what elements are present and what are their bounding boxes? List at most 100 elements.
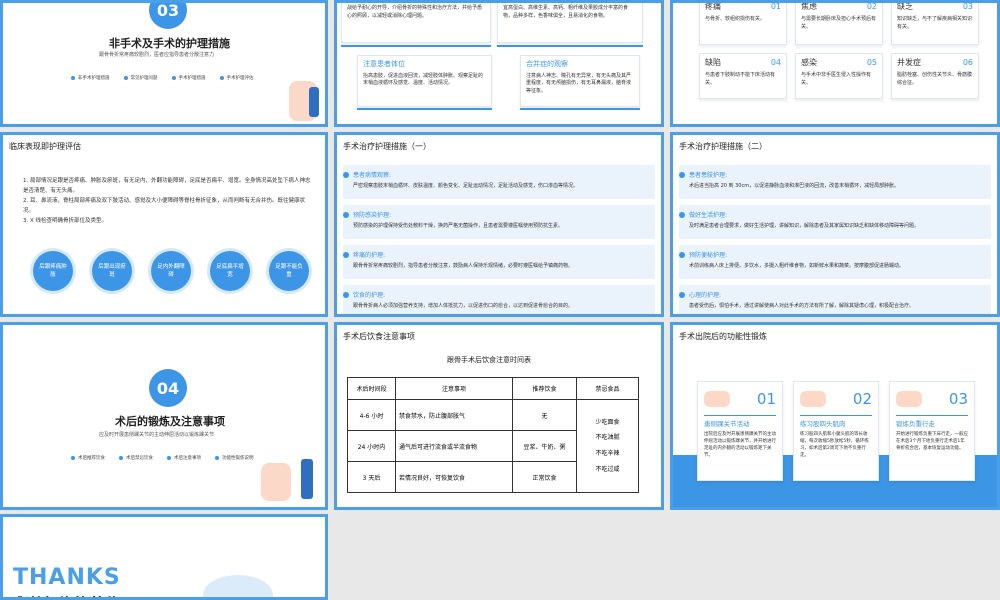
card-accent-bar xyxy=(341,45,491,47)
decor-blob xyxy=(203,575,273,597)
row-body: 严密观察患肢末梢血循环、皮肤温度、颜色变化、足趾运动情况，足趾活动及感觉，伤口渗… xyxy=(353,183,579,189)
problem-card: 并发症 06 脂肪栓塞、创伤性关节炎、骨筋膜综合征。 xyxy=(891,53,979,99)
exercise-desc: 开始进行锻炼负重下床行走，一般应在术后3个月下地负重行走术后1年骨折愈合后，基本… xyxy=(896,432,968,451)
row-title: 患者病情观察: xyxy=(353,172,392,179)
table-cell: 正常饮食 xyxy=(512,461,577,493)
table-header: 推荐饮食 xyxy=(512,377,577,400)
slide-rehab-exercise[interactable]: 手术出院后的功能性锻炼 01 患侧踝关节活动 出院后应及时开展患侧踝关节的主动伸屈活… xyxy=(670,322,1000,510)
table-cell: 4-6 小时 xyxy=(347,399,396,431)
exercise-title: 患侧踝关节活动 xyxy=(704,419,750,428)
card-accent-bar xyxy=(497,45,643,47)
row-title: 饮食的护理: xyxy=(353,292,386,299)
exercise-number: 03 xyxy=(948,390,968,408)
diet-table: 术后时间段 注意事项 推荐饮食 禁忌食品 4-6 小时 禁食禁水，防止腹部胀气 … xyxy=(347,377,639,493)
problem-desc: 脂肪栓塞、创伤性关节炎、骨筋膜综合征。 xyxy=(897,72,973,86)
table-header: 注意事项 xyxy=(395,377,513,400)
care-card-position: 注意患者体位 抬高患肢，促进血液回流，减轻肢体肿胀。观察足趾的末梢血液循环及感觉… xyxy=(357,55,492,107)
bullet-item: 术后推荐饮食 xyxy=(71,455,105,461)
row-title: 患者患肢护理: xyxy=(689,172,728,179)
assessment-item: 1. 局部情况足跟是否疼痛、肿胀及瘀斑，有无足内、外翻功能障碍，足底是否扁平、增… xyxy=(23,178,311,194)
exercise-card: 01 患侧踝关节活动 出院后应及时开展患侧踝关节的主动伸屈活动以锻炼踝关节，并开始进… xyxy=(697,381,783,481)
slide-post-op-diet[interactable]: 手术后饮食注意事项 跟骨手术后饮食注意时间表 术后时间段 注意事项 推荐饮食 禁… xyxy=(334,322,664,510)
row-title: 预防感染护理: xyxy=(353,212,392,219)
problem-number: 05 xyxy=(866,58,877,67)
foot-icon xyxy=(896,391,922,408)
row-body: 术后进当抬高 20 到 30cm，以促进静脉血液和淋巴液的回流，改善末梢循环，减… xyxy=(689,183,900,189)
care-card-psych: 战给予耐心的开导，介绍骨折的特殊性和治疗方法，并给予悉心的照顾，以减轻或消除心理… xyxy=(341,3,491,43)
row-body: 术前训练病人床上排便。多饮水，多摄入粗纤维食物，如新鲜水果和蔬菜。按摩腹部促进肠… xyxy=(689,263,905,269)
row-title: 心理的护理: xyxy=(689,292,722,299)
check-icon xyxy=(343,291,349,298)
section-title: 非手术及手术的护理措施 xyxy=(109,37,230,50)
assessment-item: 2. 耳、鼻流液，脊柱局部疼痛及双下肢活动、感觉及大小便障碍等脊柱骨折征象，从而… xyxy=(23,197,305,214)
slide-clinical-assessment[interactable]: 临床表现即护理评估 1. 局部情况足跟是否疼痛、肿胀及瘀斑，有无足内、外翻功能障… xyxy=(0,132,328,317)
problem-desc: 知识缺乏，与不了解疾病相关知识有关。 xyxy=(897,16,973,30)
assessment-item: 3. X 线检查明确骨折部位及类型。 xyxy=(23,217,108,224)
section-number-badge: 03 xyxy=(149,3,187,29)
row-title: 疼痛的护理: xyxy=(353,252,386,259)
problem-number: 01 xyxy=(770,2,781,11)
row-body: 预防感染的护理保持受伤处敷料干燥，换药严格无菌操作，且患者需要遵医嘱使用预防抗生… xyxy=(353,223,564,229)
bullet-item: 手术护理评估 xyxy=(219,75,254,81)
slide-nursing-problems[interactable]: 疼痛 01 与骨折、软组织损伤有关。 焦虑 02 与需要长期卧床及担心手术预后有关。 缺乏 0… xyxy=(670,0,1000,127)
care-row: 预防感染护理: 预防感染的护理保持受伤处敷料干燥，换药严格无菌操作，且患者需要遵医… xyxy=(343,210,655,229)
exercise-desc: 练习股四头肌和小腿头肌的等长收缩，每次收缩5秒放松5秒，循环练习，如术后第2周可… xyxy=(800,432,869,458)
row-body: 跟骨骨折病人必须加强营养支持，增加人体抵抗力，以促进伤口的愈合，以达到促进骨愈合… xyxy=(353,303,574,309)
bullet-item: 术后注意事项 xyxy=(167,455,201,461)
symptom-circle: 足底扁平增宽 xyxy=(210,251,250,291)
row-body: 患者受伤后，惧怕手术，通过讲解使病人对此手术的方法有所了解，解除其疑虑心理，积极… xyxy=(689,303,915,309)
exercise-title: 练习股四头肌肉 xyxy=(800,419,846,428)
problem-card: 缺陷 04 与患者下肢制动不能下床活动有关。 xyxy=(699,53,787,99)
assessment-list: 1. 局部情况足跟是否疼痛、肿胀及瘀斑，有无足内、外翻功能障碍，足底是否扁平、增… xyxy=(23,177,313,226)
thanks-subtitle: 感谢各位的莅临 xyxy=(9,591,121,597)
bullet-item: 手术护理措施 xyxy=(171,75,206,81)
symptom-circle: 足跟不能负重 xyxy=(269,251,309,291)
row-body: 跟骨骨折常疼痛较剧烈，指导患者分散注意，鼓励病人保持乐观情绪，必要时遵医嘱给予镇… xyxy=(353,263,574,269)
problem-title: 疼痛 xyxy=(705,2,721,11)
problem-title: 缺乏 xyxy=(897,2,913,11)
care-row: 做好生活护理: 及时满足患者合理要求，做好生活护理，讲解知识，解除患者及其家属知识… xyxy=(679,210,991,229)
section-subtitle: 应及时开展患侧踝关节的主动伸屈活动以锻炼踝关节 xyxy=(99,432,215,438)
problem-number: 06 xyxy=(962,58,973,67)
slide-section-04[interactable]: 04 术后的锻炼及注意事项 应及时开展患侧踝关节的主动伸屈活动以锻炼踝关节 术后… xyxy=(0,322,328,510)
problem-number: 03 xyxy=(962,2,973,11)
care-row: 饮食的护理: 跟骨骨折病人必须加强营养支持，增加人体抵抗力，以促进伤口的愈合，以达… xyxy=(343,290,655,309)
symptom-circle: 后跟出现瘀斑 xyxy=(92,251,132,291)
exercise-card: 03 锻炼负重行走 开始进行锻炼负重下床行走，一般应在术后3个月下地负重行走术后1年… xyxy=(889,381,975,481)
table-cell: 3 天后 xyxy=(347,461,396,493)
problem-number: 04 xyxy=(770,58,781,67)
check-icon xyxy=(343,251,349,258)
care-card-diet: 宜高蛋白、高维生素、高钙、粗纤维及果胶成分丰富的食物，品种多样，色香味俱全，且易… xyxy=(497,3,643,43)
problem-number: 02 xyxy=(866,2,877,11)
table-cell: 无 xyxy=(512,399,577,431)
exercise-card: 02 练习股四头肌肉 练习股四头肌和小腿头肌的等长收缩，每次收缩5秒放松5秒，循环练… xyxy=(793,381,879,481)
table-cell: 豆浆、牛奶、粥 xyxy=(512,430,577,462)
slide-thanks[interactable]: THANKS 感谢各位的莅临 xyxy=(0,514,328,600)
problem-desc: 与需要长期卧床及担心手术预后有关。 xyxy=(801,16,877,30)
care-row: 患者患肢护理: 术后进当抬高 20 到 30cm，以促进静脉血液和淋巴液的回流，改… xyxy=(679,170,991,189)
care-row: 预防便秘护理: 术前训练病人床上排便。多饮水，多摄入粗纤维食物，如新鲜水果和蔬菜。… xyxy=(679,250,991,269)
exercise-number: 01 xyxy=(756,390,776,408)
row-body: 及时满足患者合理要求，做好生活护理，讲解知识，解除患者及其家属知识缺乏和缺体移动… xyxy=(689,223,920,229)
slide-nonsurgical-care[interactable]: 战给予耐心的开导，介绍骨折的特殊性和治疗方法，并给予悉心的照顾，以减轻或消除心理… xyxy=(334,0,664,127)
problem-card: 感染 05 与手术中非手医生侵入性操作有关。 xyxy=(795,53,883,99)
slide-surgical-care-1[interactable]: 手术治疗护理措施（一） 患者病情观察: 严密观察患肢末梢血循环、皮肤温度、颜色变化… xyxy=(334,132,664,317)
problem-title: 感染 xyxy=(801,58,817,67)
check-icon xyxy=(679,171,685,178)
symptom-circle: 足内外翻障碍 xyxy=(151,251,191,291)
section-subtitle: 跟骨骨折常疼痛较剧烈，医者应指导患者分散注意力 xyxy=(99,52,215,58)
table-cell: 若情况良好，可恢复饮食 xyxy=(395,461,513,493)
thanks-title: THANKS xyxy=(13,565,121,590)
check-icon xyxy=(679,291,685,298)
care-row: 患者病情观察: 严密观察患肢末梢血循环、皮肤温度、颜色变化、足趾运动情况，足趾活动… xyxy=(343,170,655,189)
care-row: 疼痛的护理: 跟骨骨折常疼痛较剧烈，指导患者分散注意，鼓励病人保持乐观情绪，必要时… xyxy=(343,250,655,269)
problem-title: 缺陷 xyxy=(705,58,721,67)
table-cell: 通气后可进行流食或半流食物 xyxy=(395,430,513,462)
slide-section-03[interactable]: 03 非手术及手术的护理措施 跟骨骨折常疼痛较剧烈，医者应指导患者分散注意力 非… xyxy=(0,0,328,127)
problem-desc: 与患者下肢制动不能下床活动有关。 xyxy=(705,72,776,86)
problem-desc: 与手术中非手医生侵入性操作有关。 xyxy=(801,72,872,86)
table-cell: 24 小时内 xyxy=(347,430,396,462)
section-title: 术后的锻炼及注意事项 xyxy=(115,415,225,428)
bullet-item: 术后禁忌饮食 xyxy=(119,455,153,461)
slide-surgical-care-2[interactable]: 手术治疗护理措施（二） 患者患肢护理: 术后进当抬高 20 到 30cm，以促进静… xyxy=(670,132,1000,317)
